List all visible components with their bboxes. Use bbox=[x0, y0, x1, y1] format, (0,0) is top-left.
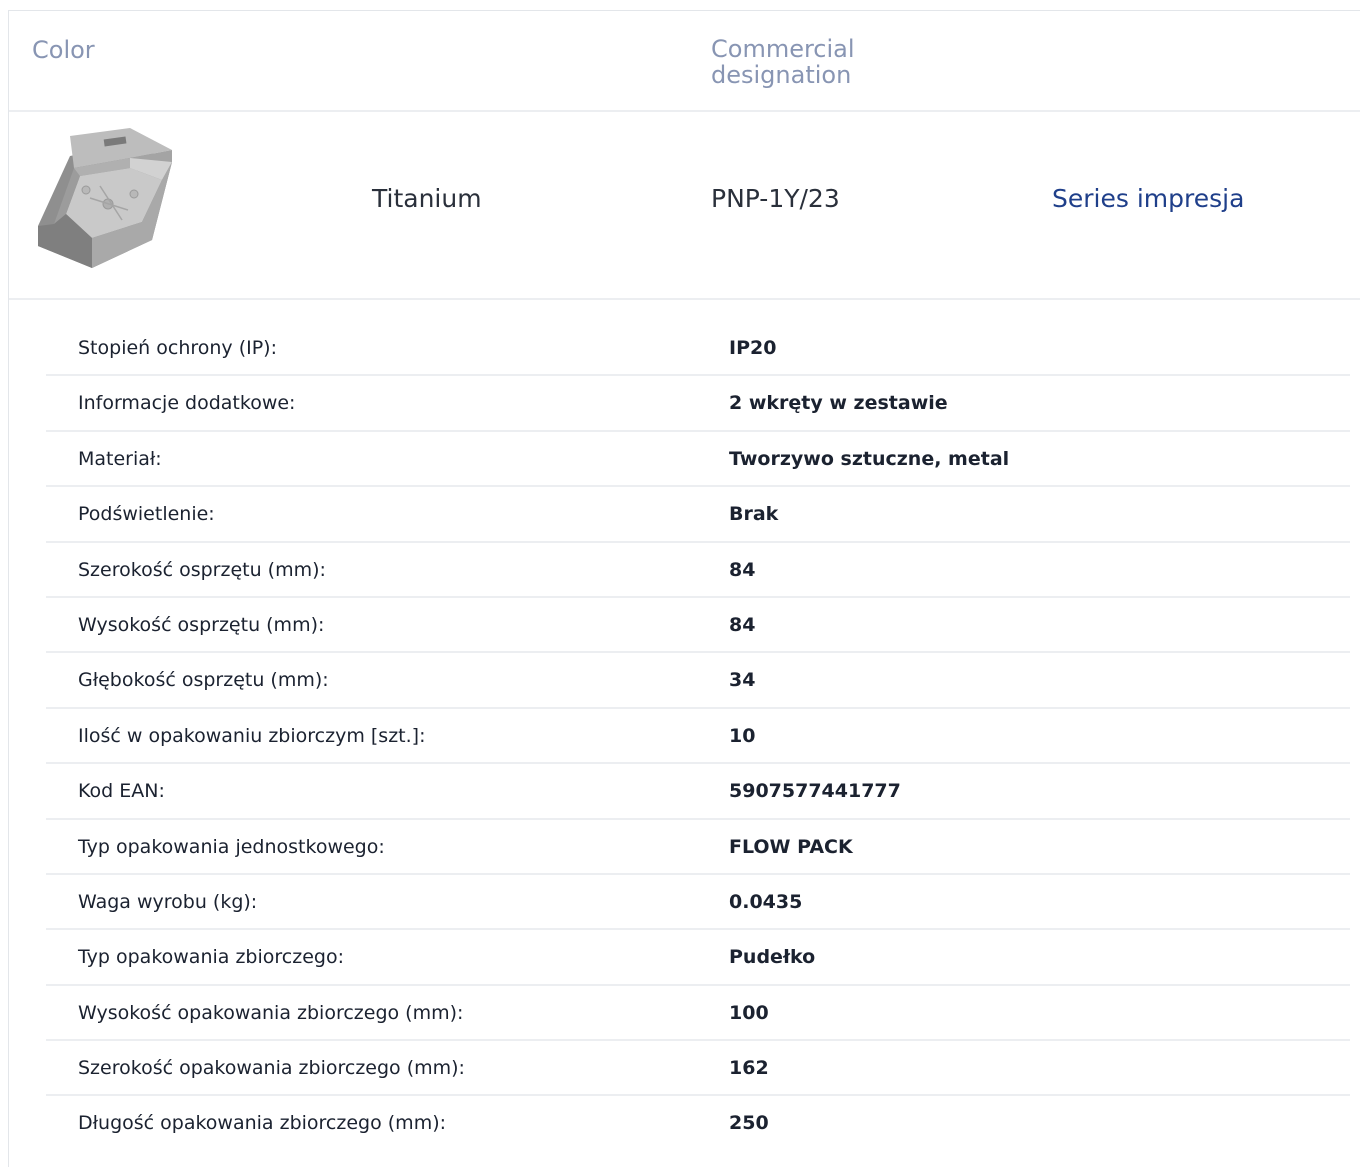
spec-row: Typ opakowania jednostkowego: FLOW PACK bbox=[46, 820, 1350, 875]
spec-label: Typ opakowania jednostkowego: bbox=[78, 835, 385, 858]
spec-row: Waga wyrobu (kg): 0.0435 bbox=[46, 875, 1350, 931]
spec-value: 84 bbox=[729, 558, 756, 581]
spec-value: 5907577441777 bbox=[729, 780, 901, 803]
spec-row: Materiał: Tworzywo sztuczne, metal bbox=[46, 432, 1350, 488]
spec-value: Pudełko bbox=[729, 946, 816, 969]
spec-label: Długość opakowania zbiorczego (mm): bbox=[78, 1112, 447, 1135]
spec-label: Materiał: bbox=[78, 447, 162, 470]
spec-label: Typ opakowania zbiorczego: bbox=[78, 946, 344, 969]
color-column-header: Color bbox=[32, 36, 95, 64]
spec-row: Podświetlenie: Brak bbox=[46, 487, 1350, 543]
spec-row: Głębokość osprzętu (mm): 34 bbox=[46, 653, 1350, 709]
spec-label: Kod EAN: bbox=[78, 780, 165, 803]
spec-row: Szerokość osprzętu (mm): 84 bbox=[46, 543, 1350, 598]
product-box-photo-icon[interactable] bbox=[30, 128, 178, 274]
spec-label: Ilość w opakowaniu zbiorczym [szt.]: bbox=[78, 724, 426, 747]
spec-label: Informacje dodatkowe: bbox=[78, 392, 296, 415]
product-divider bbox=[9, 298, 1360, 300]
spec-value: 34 bbox=[729, 669, 756, 692]
spec-row: Stopień ochrony (IP): IP20 bbox=[46, 321, 1350, 377]
spec-row: Długość opakowania zbiorczego (mm): 250 bbox=[46, 1096, 1350, 1151]
spec-value: 162 bbox=[729, 1057, 769, 1080]
spec-row: Wysokość osprzętu (mm): 84 bbox=[46, 598, 1350, 654]
spec-row: Wysokość opakowania zbiorczego (mm): 100 bbox=[46, 986, 1350, 1042]
spec-value: 0.0435 bbox=[729, 890, 803, 913]
spec-value: Tworzywo sztuczne, metal bbox=[729, 447, 1010, 470]
product-color: Titanium bbox=[372, 184, 482, 213]
spec-row: Ilość w opakowaniu zbiorczym [szt.]: 10 bbox=[46, 709, 1350, 765]
spec-value: 100 bbox=[729, 1001, 769, 1024]
spec-label: Wysokość opakowania zbiorczego (mm): bbox=[78, 1001, 464, 1024]
spec-label: Szerokość osprzętu (mm): bbox=[78, 558, 326, 581]
spec-value: Brak bbox=[729, 503, 779, 526]
spec-label: Stopień ochrony (IP): bbox=[78, 337, 277, 359]
spec-row: Informacje dodatkowe: 2 wkręty w zestawie bbox=[46, 376, 1350, 432]
product-designation: PNP-1Y/23 bbox=[711, 184, 840, 213]
spec-value: 250 bbox=[729, 1112, 769, 1135]
spec-label: Podświetlenie: bbox=[78, 503, 215, 526]
spec-label: Głębokość osprzętu (mm): bbox=[78, 669, 329, 692]
spec-label: Wysokość osprzętu (mm): bbox=[78, 613, 325, 636]
spec-value: FLOW PACK bbox=[729, 835, 853, 858]
spec-row: Typ opakowania zbiorczego: Pudełko bbox=[46, 930, 1350, 986]
specs-table: Stopień ochrony (IP): IP20 Informacje doda… bbox=[46, 321, 1350, 1152]
spec-value: 10 bbox=[729, 724, 756, 747]
spec-value: 2 wkręty w zestawie bbox=[729, 392, 948, 415]
spec-row: Szerokość opakowania zbiorczego (mm): 162 bbox=[46, 1041, 1350, 1097]
spec-value: IP20 bbox=[729, 337, 777, 359]
header-divider bbox=[9, 110, 1360, 112]
spec-label: Szerokość opakowania zbiorczego (mm): bbox=[78, 1057, 465, 1080]
series-link[interactable]: Series impresja bbox=[1052, 184, 1244, 214]
commercial-designation-column-header: Commercial designation bbox=[711, 35, 855, 89]
spec-row: Kod EAN: 5907577441777 bbox=[46, 764, 1350, 820]
spec-value: 84 bbox=[729, 613, 756, 636]
spec-label: Waga wyrobu (kg): bbox=[78, 890, 258, 913]
